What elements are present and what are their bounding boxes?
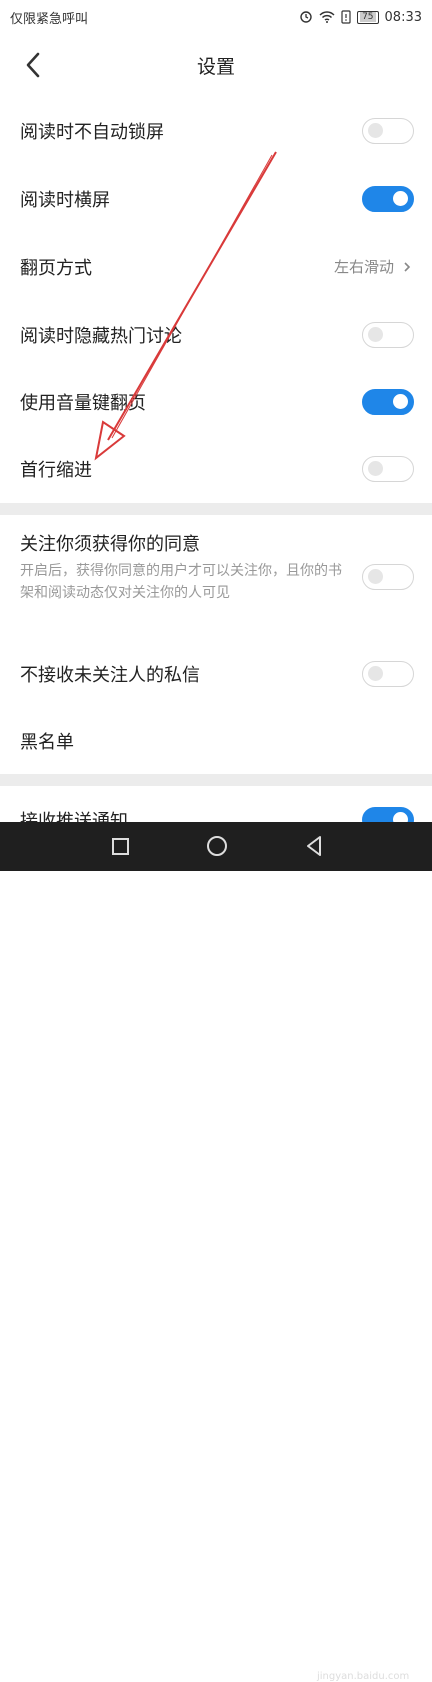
setting-landscape[interactable]: 阅读时横屏 <box>0 165 432 232</box>
setting-volume-key[interactable]: 使用音量键翻页 <box>0 368 432 435</box>
follow-consent-toggle[interactable] <box>362 564 414 590</box>
hide-discussion-toggle[interactable] <box>362 321 414 348</box>
carrier-text: 仅限紧急呼叫 <box>10 11 89 27</box>
setting-blacklist[interactable]: 黑名单 <box>0 707 432 774</box>
recents-icon[interactable] <box>112 838 129 855</box>
battery-icon: 75 <box>357 10 379 24</box>
setting-label: 阅读时横屏 <box>20 189 110 211</box>
setting-no-dm[interactable]: 不接收未关注人的私信 <box>0 640 432 707</box>
indent-toggle[interactable] <box>362 455 414 482</box>
landscape-toggle[interactable] <box>362 185 414 212</box>
system-nav-bar: Baidu经验 jingyan.baidu.com <box>0 822 432 1682</box>
nav-back-icon[interactable] <box>304 834 324 858</box>
follow-consent-desc: 开启后，获得你同意的用户才可以关注你，且你的书架和阅读动态仅对关注你的人可见 <box>20 563 342 601</box>
blacklist-label: 黑名单 <box>20 731 74 753</box>
alarm-icon <box>300 11 312 23</box>
setting-label: 首行缩进 <box>20 459 92 481</box>
watermark-brand: Baidu经验 <box>315 1652 399 1671</box>
status-bar: 仅限紧急呼叫 75 08:33 <box>0 0 432 34</box>
section-divider <box>0 774 432 786</box>
setting-label: 阅读时不自动锁屏 <box>20 121 164 143</box>
setting-label: 阅读时隐藏热门讨论 <box>20 325 182 347</box>
status-icons: 75 08:33 <box>299 10 422 25</box>
wifi-icon <box>319 11 335 23</box>
setting-page-turn[interactable]: 翻页方式 左右滑动 <box>0 233 432 300</box>
home-icon[interactable] <box>207 836 227 856</box>
setting-hide-discussion[interactable]: 阅读时隐藏热门讨论 <box>0 301 432 368</box>
setting-follow-consent[interactable]: 关注你须获得你的同意 开启后，获得你同意的用户才可以关注你，且你的书架和阅读动态… <box>0 530 432 620</box>
volume-key-toggle[interactable] <box>362 388 414 415</box>
clock-text: 08:33 <box>384 9 422 25</box>
setting-indent[interactable]: 首行缩进 <box>0 435 432 502</box>
battery-level: 75 <box>360 11 376 22</box>
section-divider <box>0 503 432 515</box>
page-turn-value[interactable]: 左右滑动 <box>334 256 414 277</box>
setting-auto-lock[interactable]: 阅读时不自动锁屏 <box>0 97 432 164</box>
top-bar: 设置 <box>0 34 432 96</box>
auto-lock-toggle[interactable] <box>362 117 414 144</box>
chevron-right-icon <box>404 261 411 272</box>
no-dm-toggle[interactable] <box>362 660 414 687</box>
watermark-url: jingyan.baidu.com <box>317 1671 410 1682</box>
page-title: 设置 <box>196 55 235 78</box>
setting-label: 翻页方式 <box>20 257 92 279</box>
back-arrow-icon[interactable] <box>20 50 46 80</box>
sim-icon <box>341 10 351 24</box>
follow-consent-text: 关注你须获得你的同意 开启后，获得你同意的用户才可以关注你，且你的书架和阅读动态… <box>20 530 350 604</box>
follow-consent-label: 关注你须获得你的同意 <box>20 534 200 555</box>
page-turn-mode: 左右滑动 <box>333 258 394 276</box>
no-dm-label: 不接收未关注人的私信 <box>20 664 200 686</box>
setting-label: 使用音量键翻页 <box>20 392 146 414</box>
